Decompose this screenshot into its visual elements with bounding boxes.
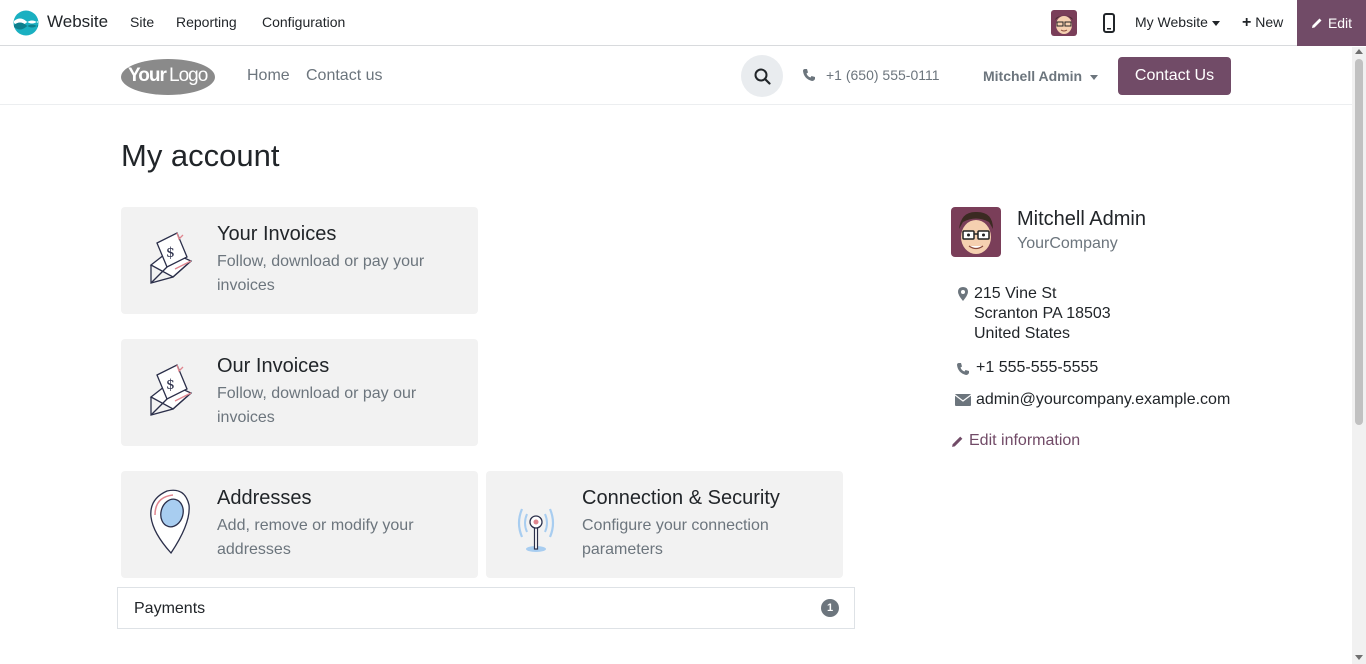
pencil-icon [952,436,963,447]
app-name[interactable]: Website [47,12,108,32]
nav-contact-us[interactable]: Contact us [306,67,382,85]
menu-reporting[interactable]: Reporting [176,14,237,30]
website-app-icon[interactable] [13,10,39,36]
odoo-topbar: Website Site Reporting Configuration My … [0,0,1366,46]
profile-phone-number: +1 555-555-5555 [976,359,1099,376]
menu-site[interactable]: Site [130,14,154,30]
edit-information-label: Edit information [969,432,1081,449]
payments-list-item[interactable]: Payments 1 [117,587,855,629]
edit-label: Edit [1327,15,1353,31]
profile-phone: +1 555-555-5555 [951,359,1098,377]
new-label: New [1255,14,1284,30]
menu-configuration[interactable]: Configuration [262,14,345,30]
card-connection-security[interactable]: Connection & Security Configure your con… [486,471,843,578]
antenna-icon [517,508,555,552]
svg-text:$: $ [166,245,175,261]
scroll-up-arrow-icon[interactable] [1355,49,1363,54]
profile-name: Mitchell Admin [1017,208,1146,230]
card-our-invoices[interactable]: $ Our Invoices Follow, download or pay o… [121,339,478,446]
edit-information-link[interactable]: Edit information [951,432,1080,450]
website-header: Your Logo Home Contact us +1 (650) 555-0… [0,47,1352,105]
address-line-country: United States [974,325,1071,342]
card-title: Your Invoices [217,223,337,245]
map-marker-icon [957,287,968,301]
card-description: Add, remove or modify your addresses [217,517,414,558]
card-description: Follow, download or pay our invoices [217,385,417,426]
my-website-dropdown[interactable]: My Website [1135,14,1220,30]
page-scrollbar[interactable] [1352,47,1366,664]
card-title: Our Invoices [217,355,330,377]
user-menu-label: Mitchell Admin [983,68,1083,84]
mobile-preview-icon[interactable] [1103,13,1115,33]
search-icon [754,68,771,85]
card-description: Configure your connection parameters [582,517,769,558]
edit-button[interactable]: Edit [1297,0,1366,46]
address-line-city: Scranton PA 18503 [974,305,1111,322]
contact-us-button[interactable]: Contact Us [1118,57,1231,95]
payments-label: Payments [134,600,206,617]
page-title: My account [121,138,280,173]
card-description: Follow, download or pay your invoices [217,253,425,294]
profile-address: 215 Vine St Scranton PA 18503 United Sta… [951,284,1111,344]
profile-email: admin@yourcompany.example.com [951,391,1230,409]
svg-text:Your: Your [128,65,167,86]
invoice-envelope-icon: $ [149,364,193,416]
card-addresses[interactable]: Addresses Add, remove or modify your add… [121,471,478,578]
new-button[interactable]: + New [1242,14,1283,32]
address-line-street: 215 Vine St [974,285,1057,302]
card-title: Addresses [217,487,312,509]
envelope-icon [954,394,971,406]
header-phone-number: +1 (650) 555-0111 [826,67,940,83]
phone-icon [956,363,969,375]
your-logo[interactable]: Your Logo [120,56,216,96]
invoice-envelope-icon: $ [149,232,193,284]
caret-down-icon [1090,74,1099,80]
profile-email-address: admin@yourcompany.example.com [976,391,1231,408]
svg-text:Logo: Logo [169,65,208,86]
user-avatar[interactable] [1051,10,1077,36]
user-menu-dropdown[interactable]: Mitchell Admin [983,68,1099,84]
nav-home[interactable]: Home [247,67,290,85]
scroll-down-arrow-icon[interactable] [1355,655,1363,660]
card-title: Connection & Security [582,487,780,509]
payments-count-badge: 1 [821,599,839,617]
scroll-thumb[interactable] [1355,59,1363,425]
map-pin-icon [150,489,190,555]
caret-down-icon [1211,20,1220,26]
plus-icon: + [1242,14,1252,31]
my-website-label: My Website [1135,14,1208,30]
phone-icon [803,69,815,81]
profile-avatar [951,207,1001,257]
search-button[interactable] [741,55,783,97]
pencil-icon [1311,18,1322,28]
card-your-invoices[interactable]: $ Your Invoices Follow, download or pay … [121,207,478,314]
profile-company: YourCompany [1017,235,1118,252]
svg-text:$: $ [166,377,175,393]
header-phone[interactable]: +1 (650) 555-0111 [802,67,940,83]
